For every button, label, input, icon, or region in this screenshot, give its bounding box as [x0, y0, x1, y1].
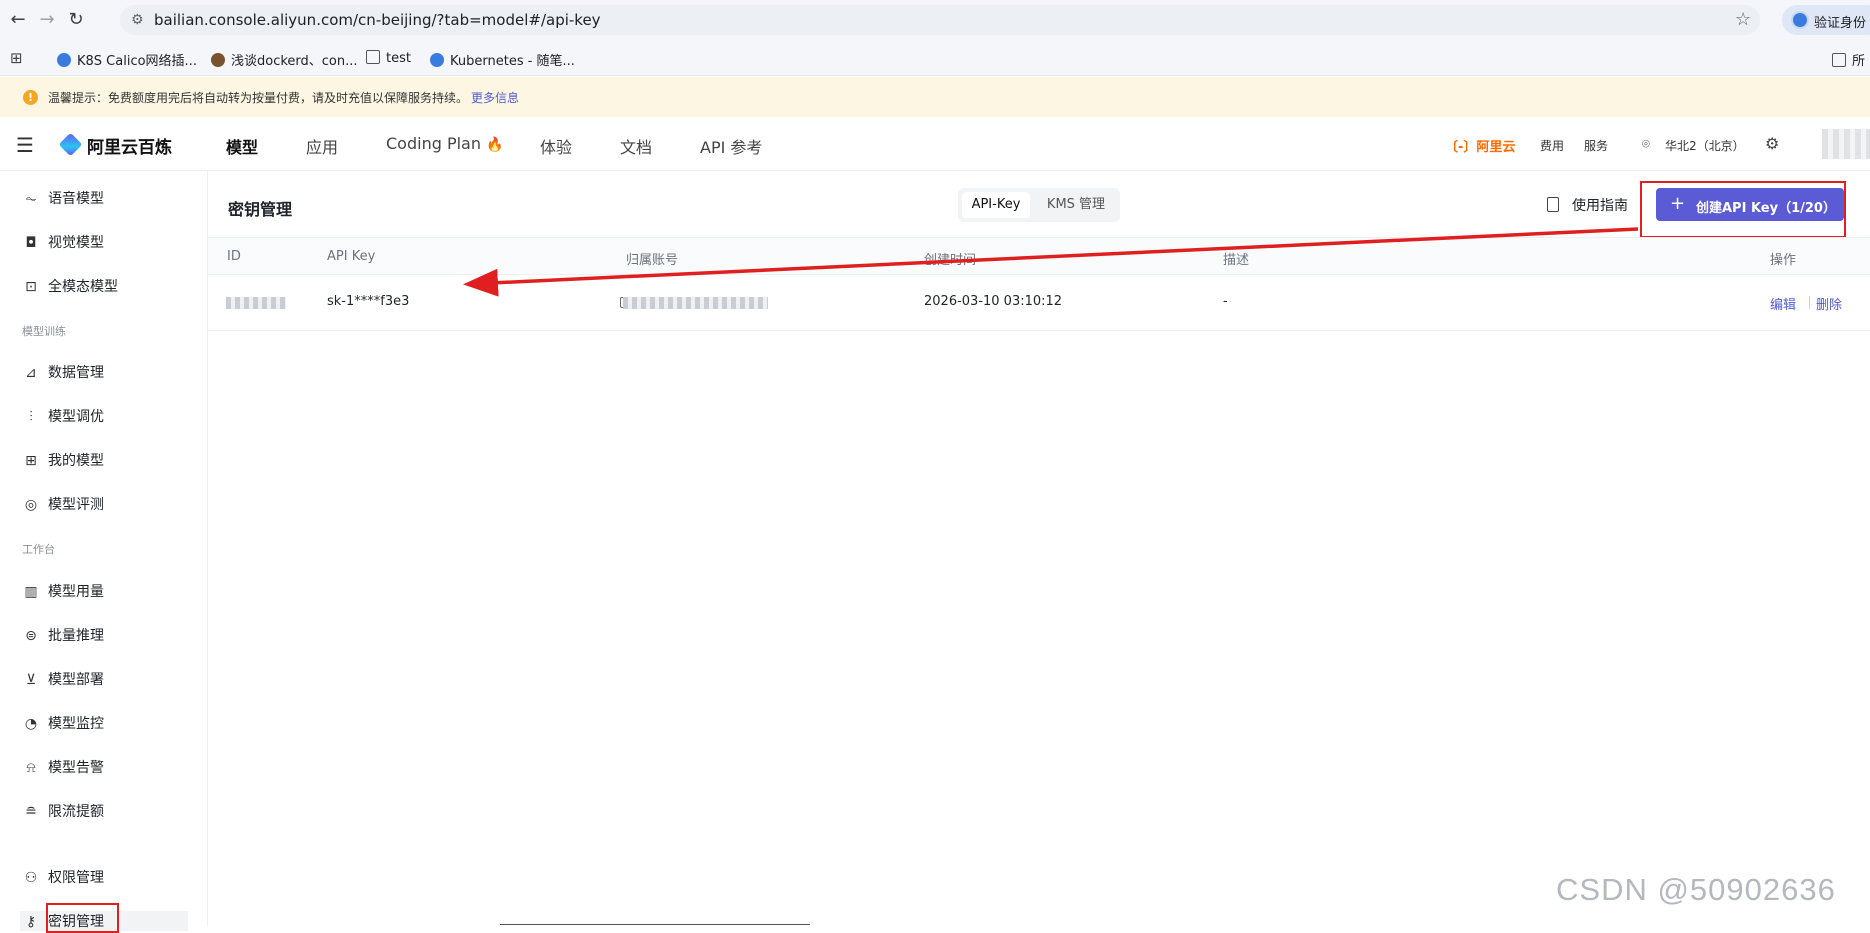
watermark: CSDN @50902636: [1556, 872, 1836, 907]
annotation-arrow: [463, 227, 1639, 297]
